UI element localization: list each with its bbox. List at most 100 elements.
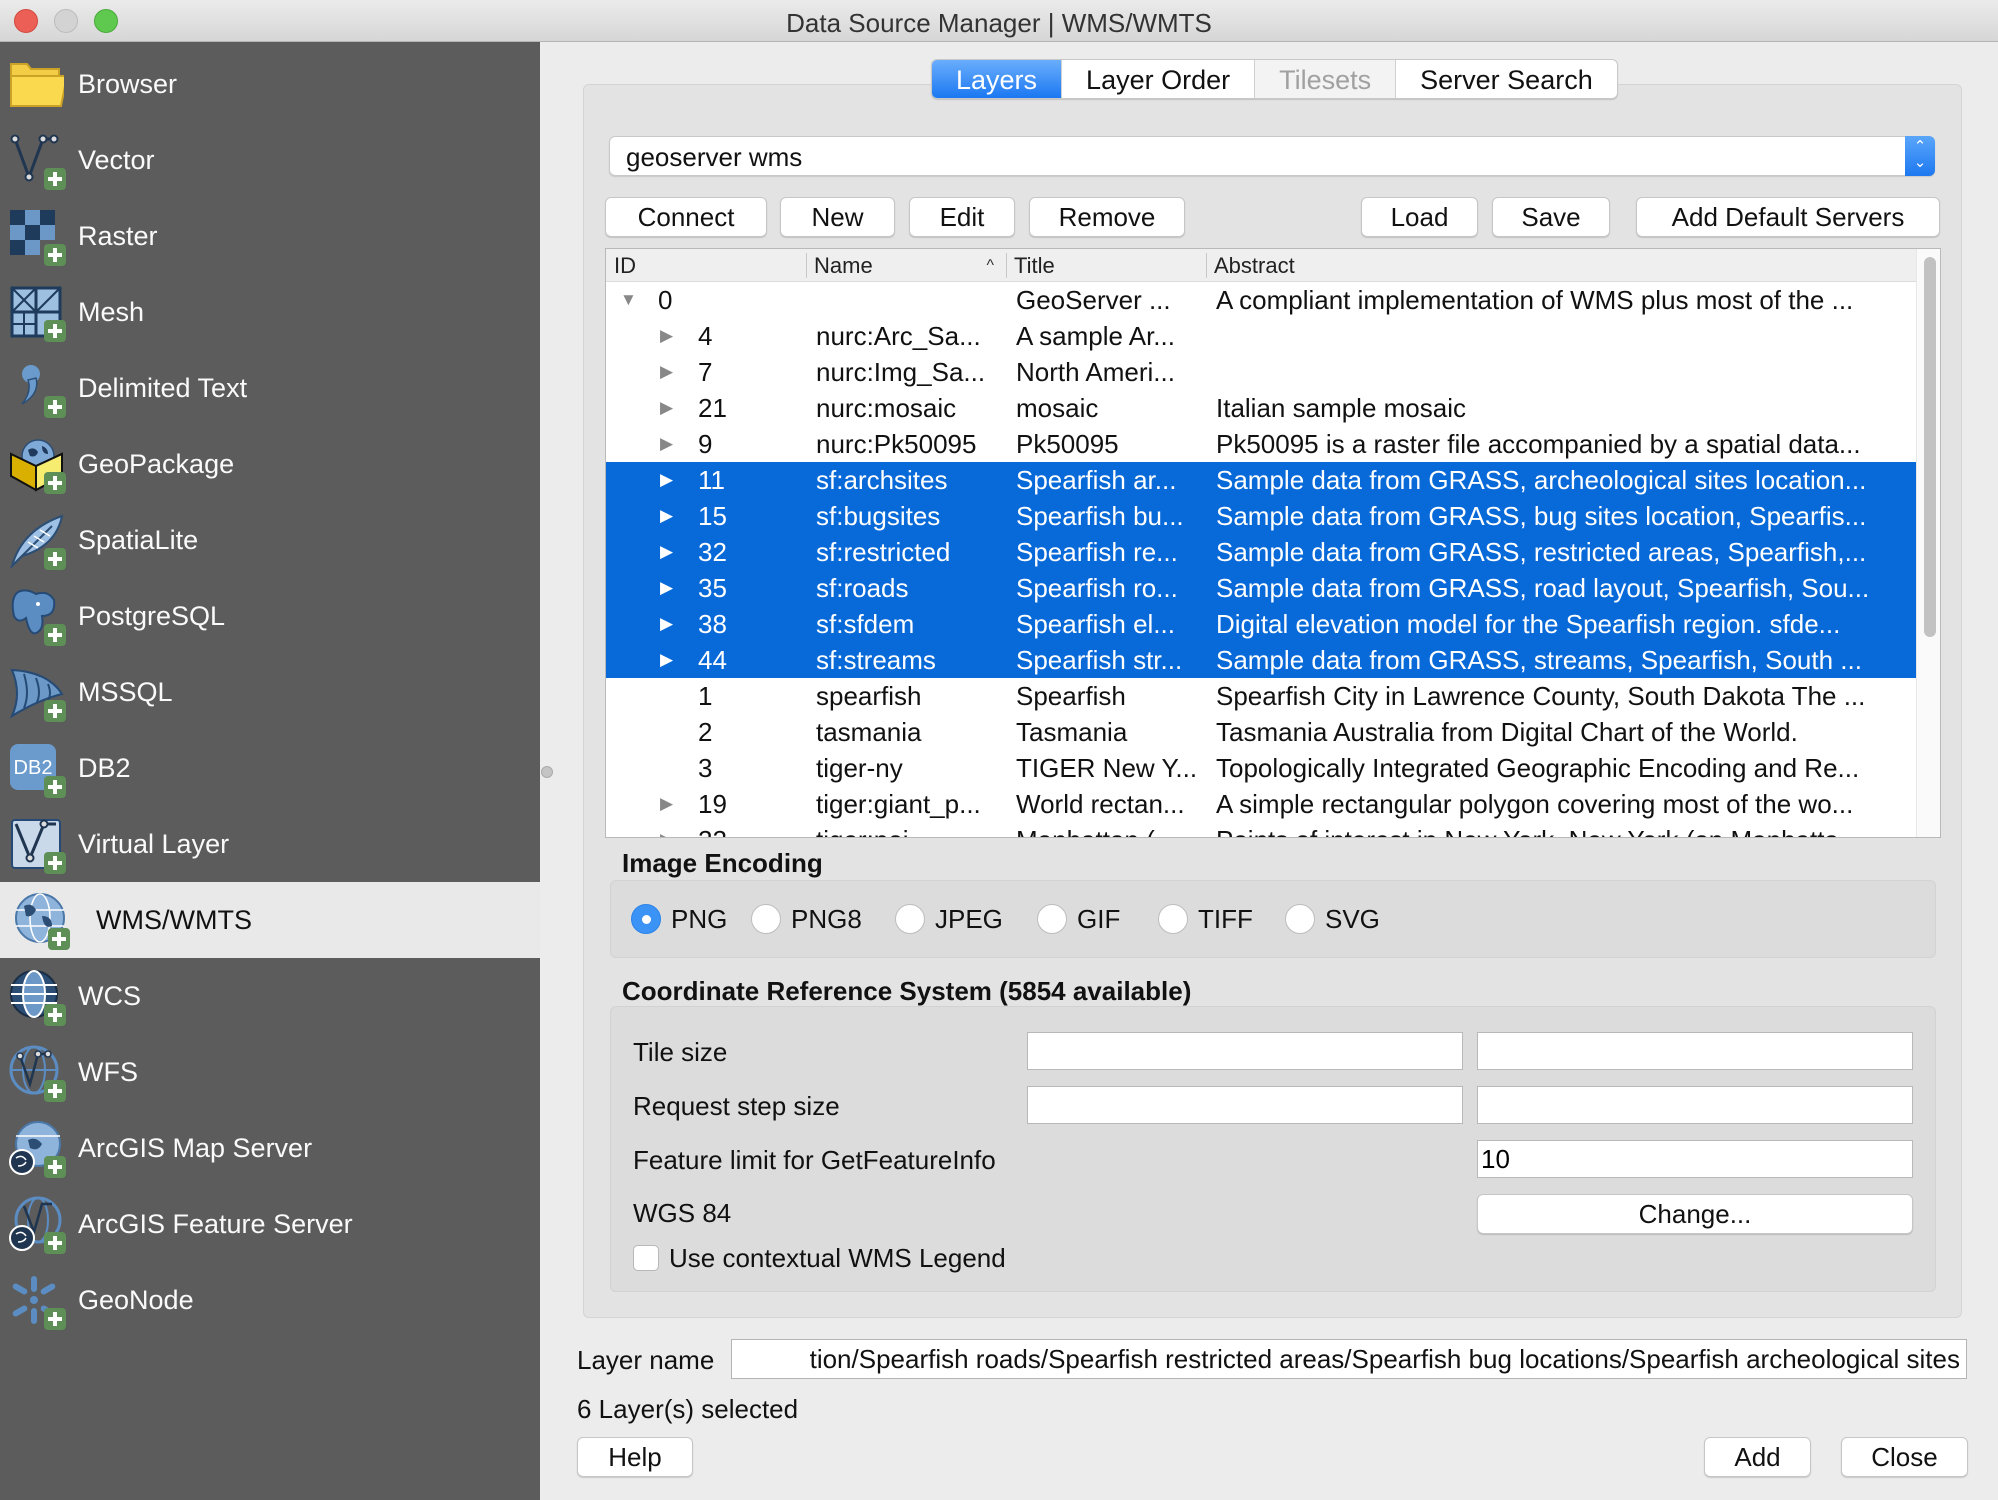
edit-button[interactable]: Edit	[909, 197, 1015, 237]
collapsed-triangle-icon[interactable]: ▶	[660, 498, 673, 534]
load-button[interactable]: Load	[1361, 197, 1478, 237]
feature-limit-input[interactable]	[1477, 1140, 1913, 1178]
table-row[interactable]: ▶ 15 sf:bugsites Spearfish bu... Sample data…	[606, 498, 1916, 534]
window-resize-grip[interactable]	[1984, 1486, 1998, 1500]
radio-label: GIF	[1077, 903, 1121, 934]
save-button[interactable]: Save	[1492, 197, 1610, 237]
sidebar-item-postgresql[interactable]: PostgreSQL	[0, 578, 540, 654]
sidebar-item-virtual-layer[interactable]: Virtual Layer	[0, 806, 540, 882]
table-row[interactable]: ▶ 22 tiger:poi Manhattan (... Points of inte…	[606, 822, 1916, 837]
cell-id: 44	[698, 645, 727, 675]
sidebar-item-wfs[interactable]: WFS	[0, 1034, 540, 1110]
connect-button[interactable]: Connect	[605, 197, 767, 237]
vertical-scrollbar[interactable]	[1916, 249, 1940, 837]
cell-name: tiger:giant_p...	[816, 789, 981, 819]
sidebar-item-db2[interactable]: DB2 DB2	[0, 730, 540, 806]
cell-name: tiger:poi	[816, 822, 1006, 837]
tile-height-input[interactable]	[1477, 1032, 1913, 1070]
collapsed-triangle-icon[interactable]: ▶	[660, 318, 673, 354]
step-height-input[interactable]	[1477, 1086, 1913, 1124]
collapsed-triangle-icon[interactable]: ▶	[660, 534, 673, 570]
table-row[interactable]: ▶ 21 nurc:mosaic mosaic Italian sample mosai…	[606, 390, 1916, 426]
encoding-radio-svg[interactable]: SVG	[1285, 899, 1380, 939]
table-row[interactable]: ▶ 4 nurc:Arc_Sa... A sample Ar...	[606, 318, 1916, 354]
cell-name: sf:roads	[816, 573, 909, 603]
sidebar-item-wms-wmts[interactable]: WMS/WMTS	[0, 882, 540, 958]
tab-layers[interactable]: Layers	[932, 60, 1063, 98]
table-row[interactable]: 3 tiger-ny TIGER New Y... Topologically Int…	[606, 750, 1916, 786]
remove-button[interactable]: Remove	[1029, 197, 1185, 237]
sidebar-item-geopackage[interactable]: GeoPackage	[0, 426, 540, 502]
encoding-radio-jpeg[interactable]: JPEG	[895, 899, 1003, 939]
table-row[interactable]: ▶ 9 nurc:Pk50095 Pk50095 Pk50095 is a raster…	[606, 426, 1916, 462]
table-row[interactable]: ▶ 7 nurc:Img_Sa... North Ameri...	[606, 354, 1916, 390]
add-badge-icon	[44, 1308, 66, 1330]
sidebar-item-raster[interactable]: Raster	[0, 198, 540, 274]
sidebar-item-mssql[interactable]: MSSQL	[0, 654, 540, 730]
collapsed-triangle-icon[interactable]: ▶	[660, 570, 673, 606]
sidebar-item-vector[interactable]: Vector	[0, 122, 540, 198]
collapsed-triangle-icon[interactable]: ▶	[660, 354, 673, 390]
sidebar-item-spatialite[interactable]: SpatiaLite	[0, 502, 540, 578]
encoding-radio-png[interactable]: PNG	[631, 899, 727, 939]
table-row[interactable]: ▶ 19 tiger:giant_p... World rectan... A simp…	[606, 786, 1916, 822]
collapsed-triangle-icon[interactable]: ▶	[660, 606, 673, 642]
collapsed-triangle-icon[interactable]: ▶	[660, 642, 673, 678]
add-default-servers-button[interactable]: Add Default Servers	[1636, 197, 1940, 237]
splitter-handle[interactable]	[541, 766, 553, 778]
sidebar-item-delimited-text[interactable]: Delimited Text	[0, 350, 540, 426]
step-width-input[interactable]	[1027, 1086, 1463, 1124]
new-button[interactable]: New	[780, 197, 895, 237]
collapsed-triangle-icon[interactable]: ▶	[660, 462, 673, 498]
wms-icon	[12, 892, 70, 950]
sidebar-item-label: Virtual Layer	[78, 828, 230, 859]
sidebar-item-geonode[interactable]: GeoNode	[0, 1262, 540, 1338]
table-row[interactable]: ▶ 44 sf:streams Spearfish str... Sample data…	[606, 642, 1916, 678]
column-header-title[interactable]: Title	[1006, 249, 1206, 282]
sidebar-item-label: Browser	[78, 68, 178, 99]
collapsed-triangle-icon[interactable]: ▶	[660, 822, 673, 837]
layer-name-input[interactable]: tion/Spearfish roads/Spearfish restricte…	[731, 1339, 1967, 1379]
scrollbar-thumb[interactable]	[1924, 257, 1936, 637]
tile-width-input[interactable]	[1027, 1032, 1463, 1070]
collapsed-triangle-icon[interactable]: ▶	[660, 786, 673, 822]
table-row[interactable]: ▶ 11 sf:archsites Spearfish ar... Sample dat…	[606, 462, 1916, 498]
table-row[interactable]: ▼ 0 GeoServer ... A compliant implementatio…	[606, 282, 1916, 318]
sidebar-item-arcgis-map-server[interactable]: ArcGIS Map Server	[0, 1110, 540, 1186]
cell-abstract: Tasmania Australia from Digital Chart of…	[1216, 717, 1798, 747]
encoding-radio-gif[interactable]: GIF	[1037, 899, 1120, 939]
sidebar-item-wcs[interactable]: WCS	[0, 958, 540, 1034]
help-button[interactable]: Help	[577, 1437, 693, 1477]
table-row[interactable]: 2 tasmania Tasmania Tasmania Australia from…	[606, 714, 1916, 750]
collapsed-triangle-icon[interactable]: ▶	[660, 426, 673, 462]
connection-select[interactable]: geoserver wms ⌃ ⌄	[609, 136, 1935, 176]
tab-layer-order[interactable]: Layer Order	[1062, 60, 1256, 98]
contextual-legend-checkbox[interactable]	[633, 1245, 659, 1271]
table-row[interactable]: ▶ 32 sf:restricted Spearfish re... Sample da…	[606, 534, 1916, 570]
tab-tilesets: Tilesets	[1255, 60, 1397, 98]
radio-indicator	[895, 904, 925, 934]
collapsed-triangle-icon[interactable]: ▶	[660, 390, 673, 426]
sidebar-item-label: SpatiaLite	[78, 524, 199, 555]
column-header-id[interactable]: ID	[606, 249, 806, 282]
add-badge-icon	[44, 320, 66, 342]
crs-group: Tile size Request step size Feature limi…	[610, 1006, 1936, 1292]
sidebar-item-label: MSSQL	[78, 676, 173, 707]
sidebar-item-browser[interactable]: Browser	[0, 46, 540, 122]
table-row[interactable]: ▶ 35 sf:roads Spearfish ro... Sample data fr…	[606, 570, 1916, 606]
sidebar-item-arcgis-feature-server[interactable]: ArcGIS Feature Server	[0, 1186, 540, 1262]
tab-server-search[interactable]: Server Search	[1396, 60, 1617, 98]
close-button[interactable]: Close	[1841, 1437, 1968, 1477]
geopackage-icon	[8, 436, 66, 494]
sidebar-item-mesh[interactable]: Mesh	[0, 274, 540, 350]
cell-id: 32	[698, 537, 727, 567]
table-row[interactable]: ▶ 38 sf:sfdem Spearfish el... Digital elevat…	[606, 606, 1916, 642]
expanded-triangle-icon[interactable]: ▼	[620, 282, 637, 318]
table-row[interactable]: 1 spearfish Spearfish Spearfish City in Law…	[606, 678, 1916, 714]
encoding-radio-tiff[interactable]: TIFF	[1158, 899, 1253, 939]
change-crs-button[interactable]: Change...	[1477, 1194, 1913, 1234]
add-button[interactable]: Add	[1704, 1437, 1811, 1477]
encoding-radio-png8[interactable]: PNG8	[751, 899, 862, 939]
column-header-name[interactable]: Name ^	[806, 249, 1006, 282]
column-header-abstract[interactable]: Abstract	[1206, 249, 1916, 282]
